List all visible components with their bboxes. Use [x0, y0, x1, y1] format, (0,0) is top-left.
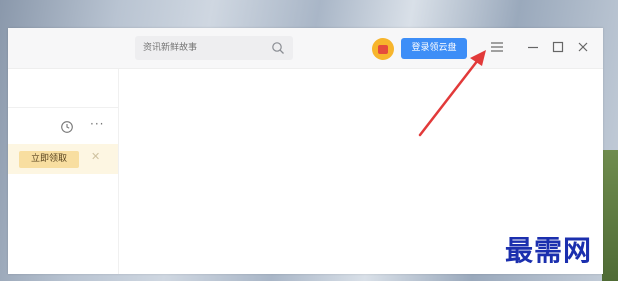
search-box[interactable]	[135, 36, 293, 60]
more-icon[interactable]: ···	[90, 117, 104, 131]
claim-button[interactable]: 立即领取	[19, 151, 79, 168]
promo-notice: 立即领取 ✕	[8, 144, 118, 174]
clock-icon[interactable]	[60, 120, 74, 134]
sidebar-header	[8, 69, 118, 108]
title-bar: 登录领云盘	[8, 28, 603, 69]
login-button[interactable]: 登录领云盘	[401, 38, 467, 59]
minimize-icon[interactable]	[526, 40, 540, 54]
desktop-background-edge	[602, 150, 618, 281]
search-input[interactable]	[143, 40, 263, 56]
avatar-badge	[378, 45, 388, 54]
watermark: 最需网	[505, 234, 593, 267]
maximize-icon[interactable]	[551, 40, 565, 54]
avatar-icon[interactable]	[372, 38, 394, 60]
search-icon[interactable]	[271, 41, 285, 55]
close-notice-icon[interactable]: ✕	[91, 150, 100, 163]
close-icon[interactable]	[576, 40, 590, 54]
menu-icon[interactable]	[490, 40, 504, 54]
sidebar: ··· 立即领取 ✕	[8, 69, 119, 274]
